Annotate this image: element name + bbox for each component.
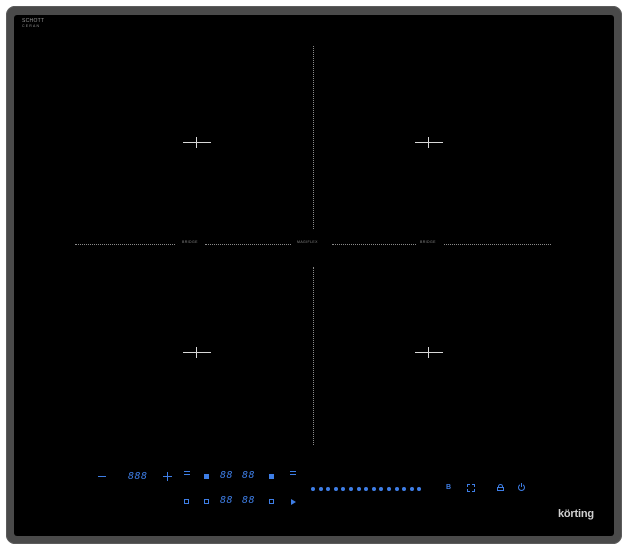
slider-step[interactable] [311,487,315,491]
zone-select-left-icon[interactable] [204,474,209,479]
zone-select-front-right-icon[interactable] [269,499,274,504]
slider-step[interactable] [417,487,422,491]
zone-marker-rear-right [415,137,443,148]
boost-icon[interactable]: B [446,484,451,491]
slider-step[interactable] [379,487,384,491]
zone-divider-horizontal-2 [205,244,291,245]
zone-marker-rear-left [183,137,211,148]
slider-step[interactable] [364,487,369,491]
lock-icon[interactable] [497,484,504,491]
slider-step[interactable] [326,487,331,491]
zone-divider-vertical-bottom [313,267,314,445]
zone-select-rear-left-icon[interactable] [184,470,190,476]
slider-step[interactable] [371,487,376,491]
slider-step[interactable] [394,487,399,491]
level-display-front-right: 88 [242,495,256,506]
slider-step[interactable] [333,487,338,491]
power-slider[interactable] [311,486,422,492]
slider-step[interactable] [402,487,407,491]
zone-select-right-icon[interactable] [269,474,274,479]
timer-display: 888 [128,471,148,482]
zone-label-center: MAGIFLEX [297,240,318,244]
brand-logo: körting [558,508,594,520]
slider-step[interactable] [341,487,346,491]
slider-step[interactable] [356,487,361,491]
play-icon[interactable] [291,499,296,505]
zone-select-front-left-icon[interactable] [204,499,209,504]
bridge-zone-icon[interactable] [467,484,475,492]
slider-step[interactable] [386,487,391,491]
level-display-rear-right: 88 [242,470,256,481]
zone-label-left: BRIDGE [182,240,198,244]
minus-icon[interactable] [98,476,106,477]
power-icon[interactable] [518,483,525,491]
zone-select-rear-right-icon[interactable] [290,470,296,476]
zone-label-right: BRIDGE [420,240,436,244]
slider-step[interactable] [318,487,323,491]
level-display-front-left: 88 [220,495,234,506]
slider-step[interactable] [348,487,353,491]
schott-ceran-mark: SCHOTT CERAN [22,19,44,29]
zone-marker-front-right [415,347,443,358]
plus-icon[interactable] [163,472,172,481]
zone-divider-horizontal-1 [75,244,175,245]
zone-divider-horizontal-3 [332,244,416,245]
bridge-zone-left-icon[interactable] [184,499,189,504]
slider-step[interactable] [409,487,414,491]
zone-marker-front-left [183,347,211,358]
level-display-rear-left: 88 [220,470,234,481]
glass-panel: SCHOTT CERAN BRIDGE MAGIFLEX BRIDGE [14,15,614,536]
brand-mark-line2: CERAN [22,24,41,28]
zone-divider-vertical-top [313,46,314,229]
zone-divider-horizontal-4 [444,244,551,245]
